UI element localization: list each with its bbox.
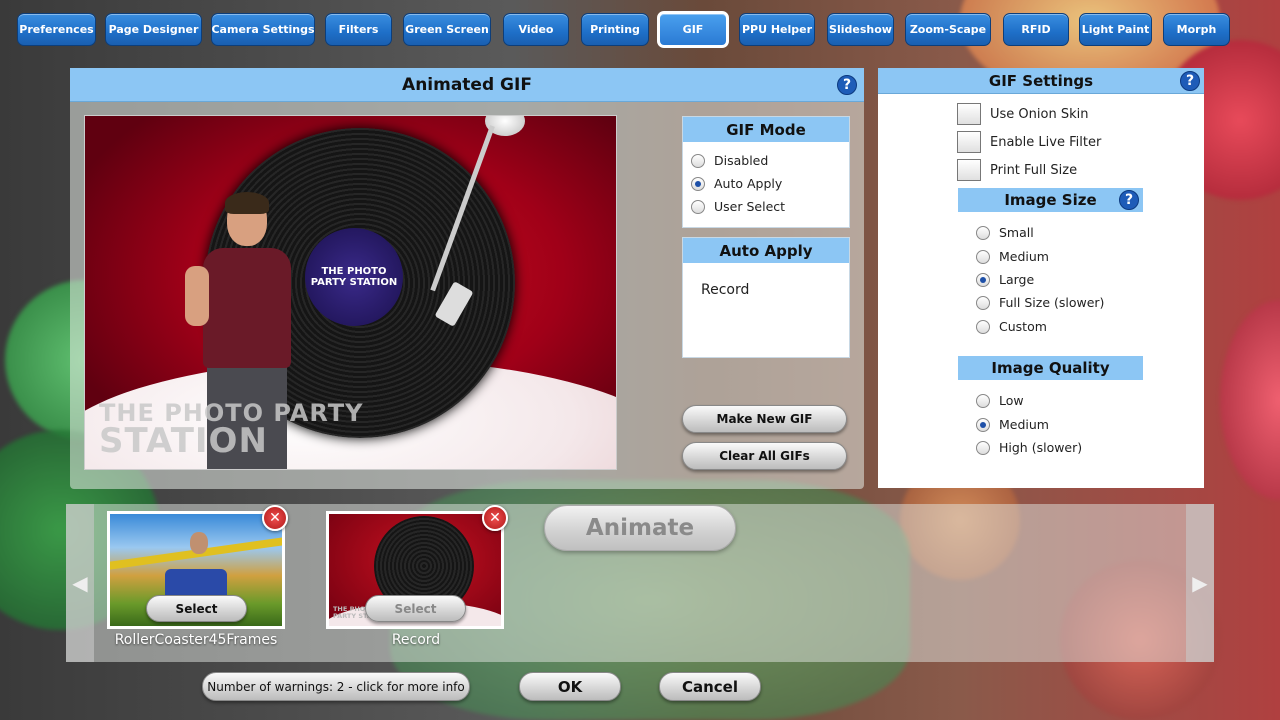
panel-title: Animated GIF ? (70, 68, 864, 102)
radio-label: User Select (714, 199, 786, 214)
image-size-header: Image Size ? (958, 188, 1143, 212)
help-icon[interactable]: ? (1119, 190, 1139, 210)
radio-button[interactable] (976, 272, 990, 287)
radio-label: Large (999, 272, 1035, 287)
tab-zoom-scape[interactable]: Zoom-Scape (905, 13, 991, 46)
auto-apply-title: Auto Apply (683, 238, 849, 263)
radio-label: Medium (999, 417, 1049, 432)
make-new-gif-button[interactable]: Make New GIF (682, 405, 847, 433)
gif-thumbnail-label: Record (391, 632, 441, 648)
radio-size-small[interactable]: Small (976, 225, 1034, 240)
radio-button[interactable] (691, 153, 705, 168)
radio-button[interactable] (976, 295, 990, 310)
radio-label: Small (999, 225, 1034, 240)
checkbox[interactable] (957, 159, 981, 181)
delete-gif-icon[interactable]: ✕ (482, 505, 508, 531)
select-gif-button[interactable]: Select (365, 595, 466, 622)
radio-label: Medium (999, 249, 1049, 264)
radio-button[interactable] (976, 417, 990, 432)
tab-light-paint[interactable]: Light Paint (1079, 13, 1152, 46)
auto-apply-value[interactable]: Record (701, 282, 749, 298)
radio-button[interactable] (691, 176, 705, 191)
person-arm (185, 266, 209, 326)
watermark-logo: THE PHOTO PARTY STATION (99, 401, 364, 461)
checkbox[interactable] (957, 131, 981, 153)
radio-quality-high[interactable]: High (slower) (976, 440, 1082, 455)
checkbox-label: Print Full Size (990, 162, 1078, 178)
animated-gif-panel: Animated GIF ? THE PHOTO PARTY STATION T… (70, 68, 864, 489)
help-icon[interactable]: ? (1180, 71, 1200, 91)
checkbox-print-full-size[interactable]: Print Full Size (957, 159, 1077, 181)
radio-quality-low[interactable]: Low (976, 393, 1024, 408)
radio-button[interactable] (691, 199, 705, 214)
help-icon[interactable]: ? (837, 75, 857, 95)
person-shirt (203, 248, 291, 368)
radio-button[interactable] (976, 225, 990, 240)
tab-camera-settings[interactable]: Camera Settings (211, 13, 315, 46)
radio-label: Auto Apply (714, 176, 783, 191)
radio-quality-medium[interactable]: Medium (976, 417, 1049, 432)
radio-label: Custom (999, 319, 1047, 334)
tab-rfid[interactable]: RFID (1003, 13, 1069, 46)
radio-auto-apply[interactable]: Auto Apply (691, 176, 782, 191)
tab-printing[interactable]: Printing (581, 13, 649, 46)
vinyl-label: THE PHOTO PARTY STATION (305, 228, 403, 326)
gif-mode-box: GIF Mode Disabled Auto Apply User Select (682, 116, 850, 228)
settings-title: GIF Settings ? (878, 68, 1204, 94)
checkbox-live-filter[interactable]: Enable Live Filter (957, 131, 1101, 153)
radio-label: Low (999, 393, 1024, 408)
image-quality-header: Image Quality (958, 356, 1143, 380)
radio-button[interactable] (976, 393, 990, 408)
tab-page-designer[interactable]: Page Designer (105, 13, 202, 46)
delete-gif-icon[interactable]: ✕ (262, 505, 288, 531)
warnings-button[interactable]: Number of warnings: 2 - click for more i… (202, 672, 470, 701)
select-gif-button[interactable]: Select (146, 595, 247, 622)
tab-filters[interactable]: Filters (325, 13, 392, 46)
tab-gif[interactable]: GIF (657, 11, 729, 48)
watermark-line2: STATION (99, 420, 268, 461)
top-tab-bar: Preferences Page Designer Camera Setting… (17, 11, 1267, 48)
image-quality-title: Image Quality (991, 359, 1110, 377)
radio-button[interactable] (976, 319, 990, 334)
checkbox-label: Use Onion Skin (990, 106, 1089, 122)
radio-size-medium[interactable]: Medium (976, 249, 1049, 264)
gif-settings-panel: GIF Settings ? Use Onion Skin Enable Liv… (878, 68, 1204, 488)
panel-title-text: Animated GIF (402, 74, 532, 95)
checkbox[interactable] (957, 103, 981, 125)
gif-thumbnail-label: RollerCoaster45Frames (114, 632, 278, 648)
tab-morph[interactable]: Morph (1163, 13, 1230, 46)
radio-user-select[interactable]: User Select (691, 199, 785, 214)
radio-button[interactable] (976, 249, 990, 264)
radio-label: Disabled (714, 153, 769, 168)
radio-size-custom[interactable]: Custom (976, 319, 1047, 334)
gif-mode-title: GIF Mode (683, 117, 849, 142)
radio-disabled[interactable]: Disabled (691, 153, 768, 168)
checkbox-label: Enable Live Filter (990, 134, 1102, 150)
tab-preferences[interactable]: Preferences (17, 13, 96, 46)
bokeh-light (1220, 300, 1280, 500)
scroll-left-button[interactable]: ◀ (66, 504, 94, 662)
tab-ppu-helper[interactable]: PPU Helper (739, 13, 815, 46)
radio-size-large[interactable]: Large (976, 272, 1034, 287)
rider-head (190, 532, 208, 554)
scroll-right-button[interactable]: ▶ (1186, 504, 1214, 662)
tab-green-screen[interactable]: Green Screen (403, 13, 491, 46)
auto-apply-box: Auto Apply Record (682, 237, 850, 358)
ok-button[interactable]: OK (519, 672, 621, 701)
radio-label: High (slower) (999, 440, 1083, 455)
tab-slideshow[interactable]: Slideshow (827, 13, 894, 46)
radio-size-full[interactable]: Full Size (slower) (976, 295, 1104, 310)
animate-button[interactable]: Animate (544, 505, 736, 551)
radio-label: Full Size (slower) (999, 295, 1105, 310)
person-hair (225, 192, 269, 214)
checkbox-onion-skin[interactable]: Use Onion Skin (957, 103, 1088, 125)
clear-all-gifs-button[interactable]: Clear All GIFs (682, 442, 847, 470)
image-size-title: Image Size (1004, 191, 1097, 209)
cancel-button[interactable]: Cancel (659, 672, 761, 701)
gif-preview-image: THE PHOTO PARTY STATION THE PHOTO PARTY … (84, 115, 617, 470)
tab-video[interactable]: Video (503, 13, 569, 46)
radio-button[interactable] (976, 440, 990, 455)
settings-title-text: GIF Settings (988, 71, 1094, 90)
